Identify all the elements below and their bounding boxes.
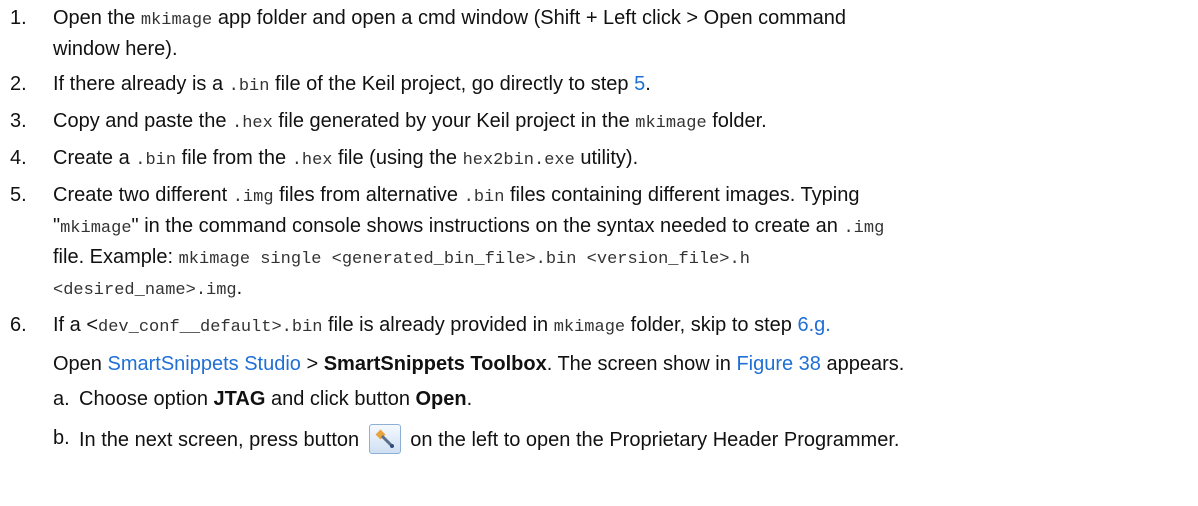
text: Create two different [53, 184, 233, 206]
code-desired-name: <desired_name>.img [53, 281, 237, 300]
text: file (using the [332, 147, 463, 169]
link-step-5[interactable]: 5 [634, 73, 645, 95]
text: appears. [820, 353, 905, 375]
text: file generated by your Keil project in t… [272, 110, 636, 132]
text: . [466, 388, 473, 410]
text: If there already is a [53, 73, 229, 95]
code-hex: .hex [232, 114, 273, 133]
code-mkimage: mkimage [140, 11, 213, 30]
substep-b: b. In the next screen, press button on t… [10, 424, 1188, 455]
text: Copy and paste the [53, 110, 233, 132]
text: . The screen show in [546, 353, 737, 375]
link-smartsnippets-studio[interactable]: SmartSnippets Studio [107, 353, 300, 375]
step-text: Copy and paste the .hex file generated b… [53, 107, 1188, 138]
text: folder. [706, 110, 767, 132]
step-number: 4. [10, 147, 27, 169]
code-example-command: mkimage single <generated_bin_file>.bin … [178, 250, 750, 269]
proprietary-header-programmer-icon[interactable] [368, 424, 401, 454]
step-4: 4. Create a .bin file from the .hex file… [10, 144, 1188, 175]
text: . [236, 277, 243, 299]
step-number: 3. [10, 110, 27, 132]
code-img: .img [843, 219, 885, 238]
step-number: 2. [10, 73, 27, 95]
bold-open: Open [415, 388, 467, 410]
text: files containing different images. Typin… [504, 184, 860, 206]
text: file. Example: [53, 246, 179, 268]
text: In the next screen, press button [79, 429, 365, 451]
instructions-document: 1. Open the mkimage app folder and open … [0, 0, 1198, 455]
code-mkimage: mkimage [635, 114, 707, 133]
code-dev-conf: dev_conf__default>.bin [98, 318, 323, 337]
code-hex2bin: hex2bin.exe [462, 151, 575, 170]
text: . [645, 73, 651, 95]
code-bin: .bin [463, 188, 505, 207]
text: file is already provided in [322, 314, 554, 336]
text: on the left to open the Proprietary Head… [404, 429, 900, 451]
code-mkimage: mkimage [60, 219, 132, 238]
text: window here). [53, 38, 178, 60]
step-text: Create a .bin file from the .hex file (u… [53, 144, 1188, 175]
step-text: Create two different .img files from alt… [53, 181, 1188, 305]
code-bin: .bin [228, 77, 270, 96]
text: file from the [176, 147, 292, 169]
code-hex: .hex [291, 151, 333, 170]
bold-jtag: JTAG [213, 388, 266, 410]
step-3: 3. Copy and paste the .hex file generate… [10, 107, 1188, 138]
text: folder, skip to step [625, 314, 798, 336]
step-text: If a <dev_conf__default>.bin file is alr… [53, 311, 1188, 342]
link-step-6g[interactable]: 6.g. [797, 314, 830, 336]
text: > [300, 353, 324, 375]
code-bin: .bin [135, 151, 177, 170]
text: utility). [574, 147, 639, 169]
code-img: .img [232, 188, 274, 207]
bold-smartsnippets-toolbox: SmartSnippets Toolbox [323, 353, 547, 375]
step-number: 6. [10, 314, 27, 336]
step-6-open-toolbox: Open SmartSnippets Studio > SmartSnippet… [10, 350, 1188, 379]
step-1: 1. Open the mkimage app folder and open … [10, 4, 1188, 64]
link-figure-38[interactable]: Figure 38 [736, 353, 821, 375]
step-6: 6. If a <dev_conf__default>.bin file is … [10, 311, 1188, 342]
substep-a: a. Choose option JTAG and click button O… [10, 385, 1188, 414]
text: Open [53, 353, 108, 375]
text: Open the [53, 7, 141, 29]
text: Choose option [79, 388, 214, 410]
step-number: 5. [10, 184, 27, 206]
step-5: 5. Create two different .img files from … [10, 181, 1188, 305]
text: If a < [53, 314, 99, 336]
text: files from alternative [273, 184, 464, 206]
step-text: Open the mkimage app folder and open a c… [53, 4, 1188, 64]
substep-letter: b. [53, 427, 70, 449]
step-number: 1. [10, 7, 27, 29]
text: and click button [265, 388, 416, 410]
text: Create a [53, 147, 136, 169]
text: file of the Keil project, go directly to… [269, 73, 635, 95]
text: " in the command console shows instructi… [131, 215, 844, 237]
substep-letter: a. [53, 388, 70, 410]
step-2: 2. If there already is a .bin file of th… [10, 70, 1188, 101]
step-text: If there already is a .bin file of the K… [53, 70, 1188, 101]
text: app folder and open a cmd window (Shift … [212, 7, 846, 29]
code-mkimage: mkimage [553, 318, 626, 337]
